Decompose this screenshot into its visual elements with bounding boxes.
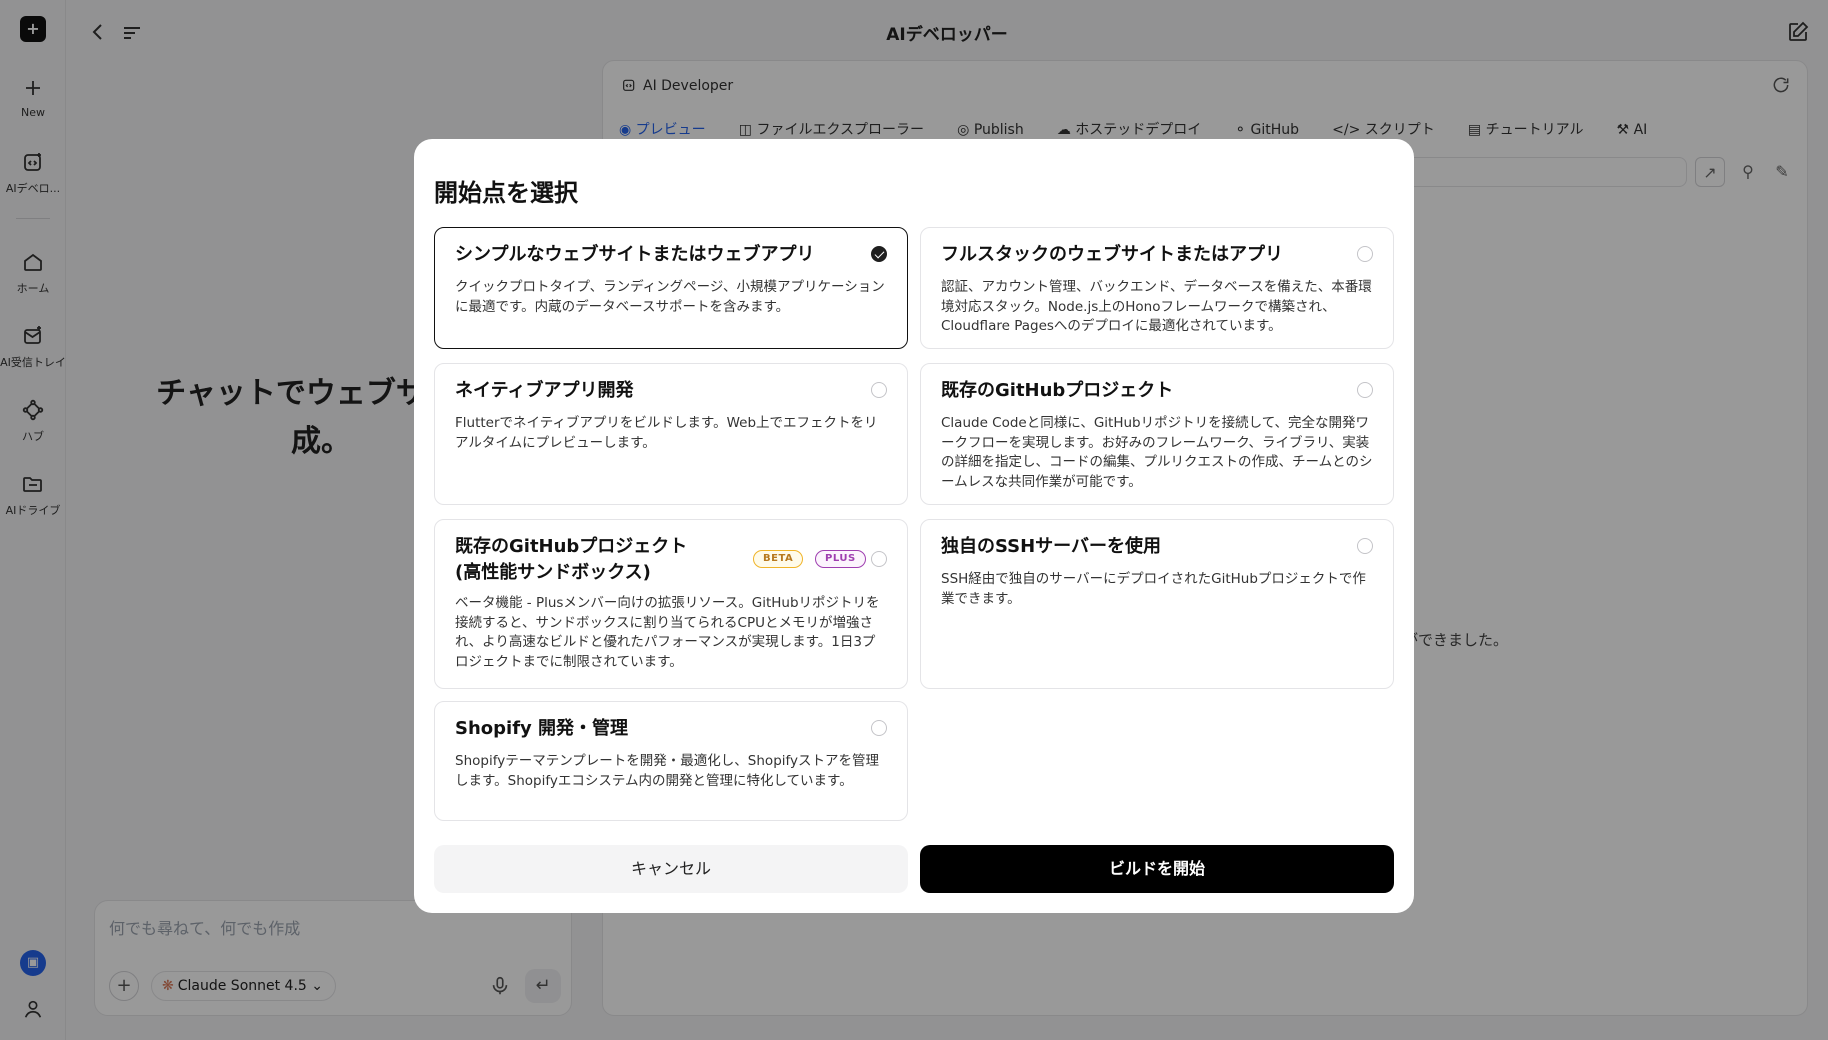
beta-badge: BETA (753, 550, 804, 568)
radio-selected[interactable] (871, 246, 887, 262)
option-description: ベータ機能 - Plusメンバー向けの拡張リソース。GitHubリポジトリを接続… (455, 595, 880, 670)
option-ssh-server[interactable]: 独自のSSHサーバーを使用 SSH経由で独自のサーバーにデプロイされたGitHu… (920, 519, 1394, 689)
radio-unselected[interactable] (871, 551, 887, 567)
radio-unselected[interactable] (1357, 382, 1373, 398)
start-point-modal: 開始点を選択 シンプルなウェブサイトまたはウェブアプリ クイックプロトタイプ、ラ… (414, 139, 1414, 913)
option-fullstack-website[interactable]: フルスタックのウェブサイトまたはアプリ 認証、アカウント管理、バックエンド、デー… (920, 227, 1394, 349)
plus-badge: PLUS (815, 550, 866, 568)
option-title: 独自のSSHサーバーを使用 (941, 536, 1162, 557)
option-title: シンプルなウェブサイトまたはウェブアプリ (455, 244, 815, 265)
option-description: 認証、アカウント管理、バックエンド、データベースを備えた、本番環境対応スタック。… (941, 279, 1372, 334)
cancel-button[interactable]: キャンセル (434, 845, 908, 893)
start-build-button[interactable]: ビルドを開始 (920, 845, 1394, 893)
option-description: SSH経由で独自のサーバーにデプロイされたGitHubプロジェクトで作業できます… (941, 571, 1366, 607)
radio-unselected[interactable] (871, 720, 887, 736)
radio-unselected[interactable] (1357, 246, 1373, 262)
option-existing-github[interactable]: 既存のGitHubプロジェクト Claude Codeと同様に、GitHubリポ… (920, 363, 1394, 505)
option-description: クイックプロトタイプ、ランディングページ、小規模アプリケーションに最適です。内蔵… (455, 279, 885, 315)
option-description: Shopifyテーマテンプレートを開発・最適化し、Shopifyストアを管理しま… (455, 753, 880, 789)
option-native-app[interactable]: ネイティブアプリ開発 Flutterでネイティブアプリをビルドします。Web上で… (434, 363, 908, 505)
option-title: ネイティブアプリ開発 (455, 380, 634, 401)
modal-title: 開始点を選択 (434, 179, 578, 207)
option-title: フルスタックのウェブサイトまたはアプリ (941, 244, 1283, 265)
option-description: Claude Codeと同様に、GitHubリポジトリを接続して、完全な開発ワー… (941, 415, 1373, 490)
option-title: 既存のGitHubプロジェクト (941, 380, 1174, 401)
option-title: Shopify 開発・管理 (455, 718, 629, 739)
option-shopify[interactable]: Shopify 開発・管理 Shopifyテーマテンプレートを開発・最適化し、S… (434, 701, 908, 821)
radio-unselected[interactable] (871, 382, 887, 398)
radio-unselected[interactable] (1357, 538, 1373, 554)
option-github-sandbox[interactable]: 既存のGitHubプロジェクト (高性能サンドボックス) ベータ機能 - Plu… (434, 519, 908, 689)
option-description: Flutterでネイティブアプリをビルドします。Web上でエフェクトをリアルタイ… (455, 415, 878, 451)
option-simple-website[interactable]: シンプルなウェブサイトまたはウェブアプリ クイックプロトタイプ、ランディングペー… (434, 227, 908, 349)
